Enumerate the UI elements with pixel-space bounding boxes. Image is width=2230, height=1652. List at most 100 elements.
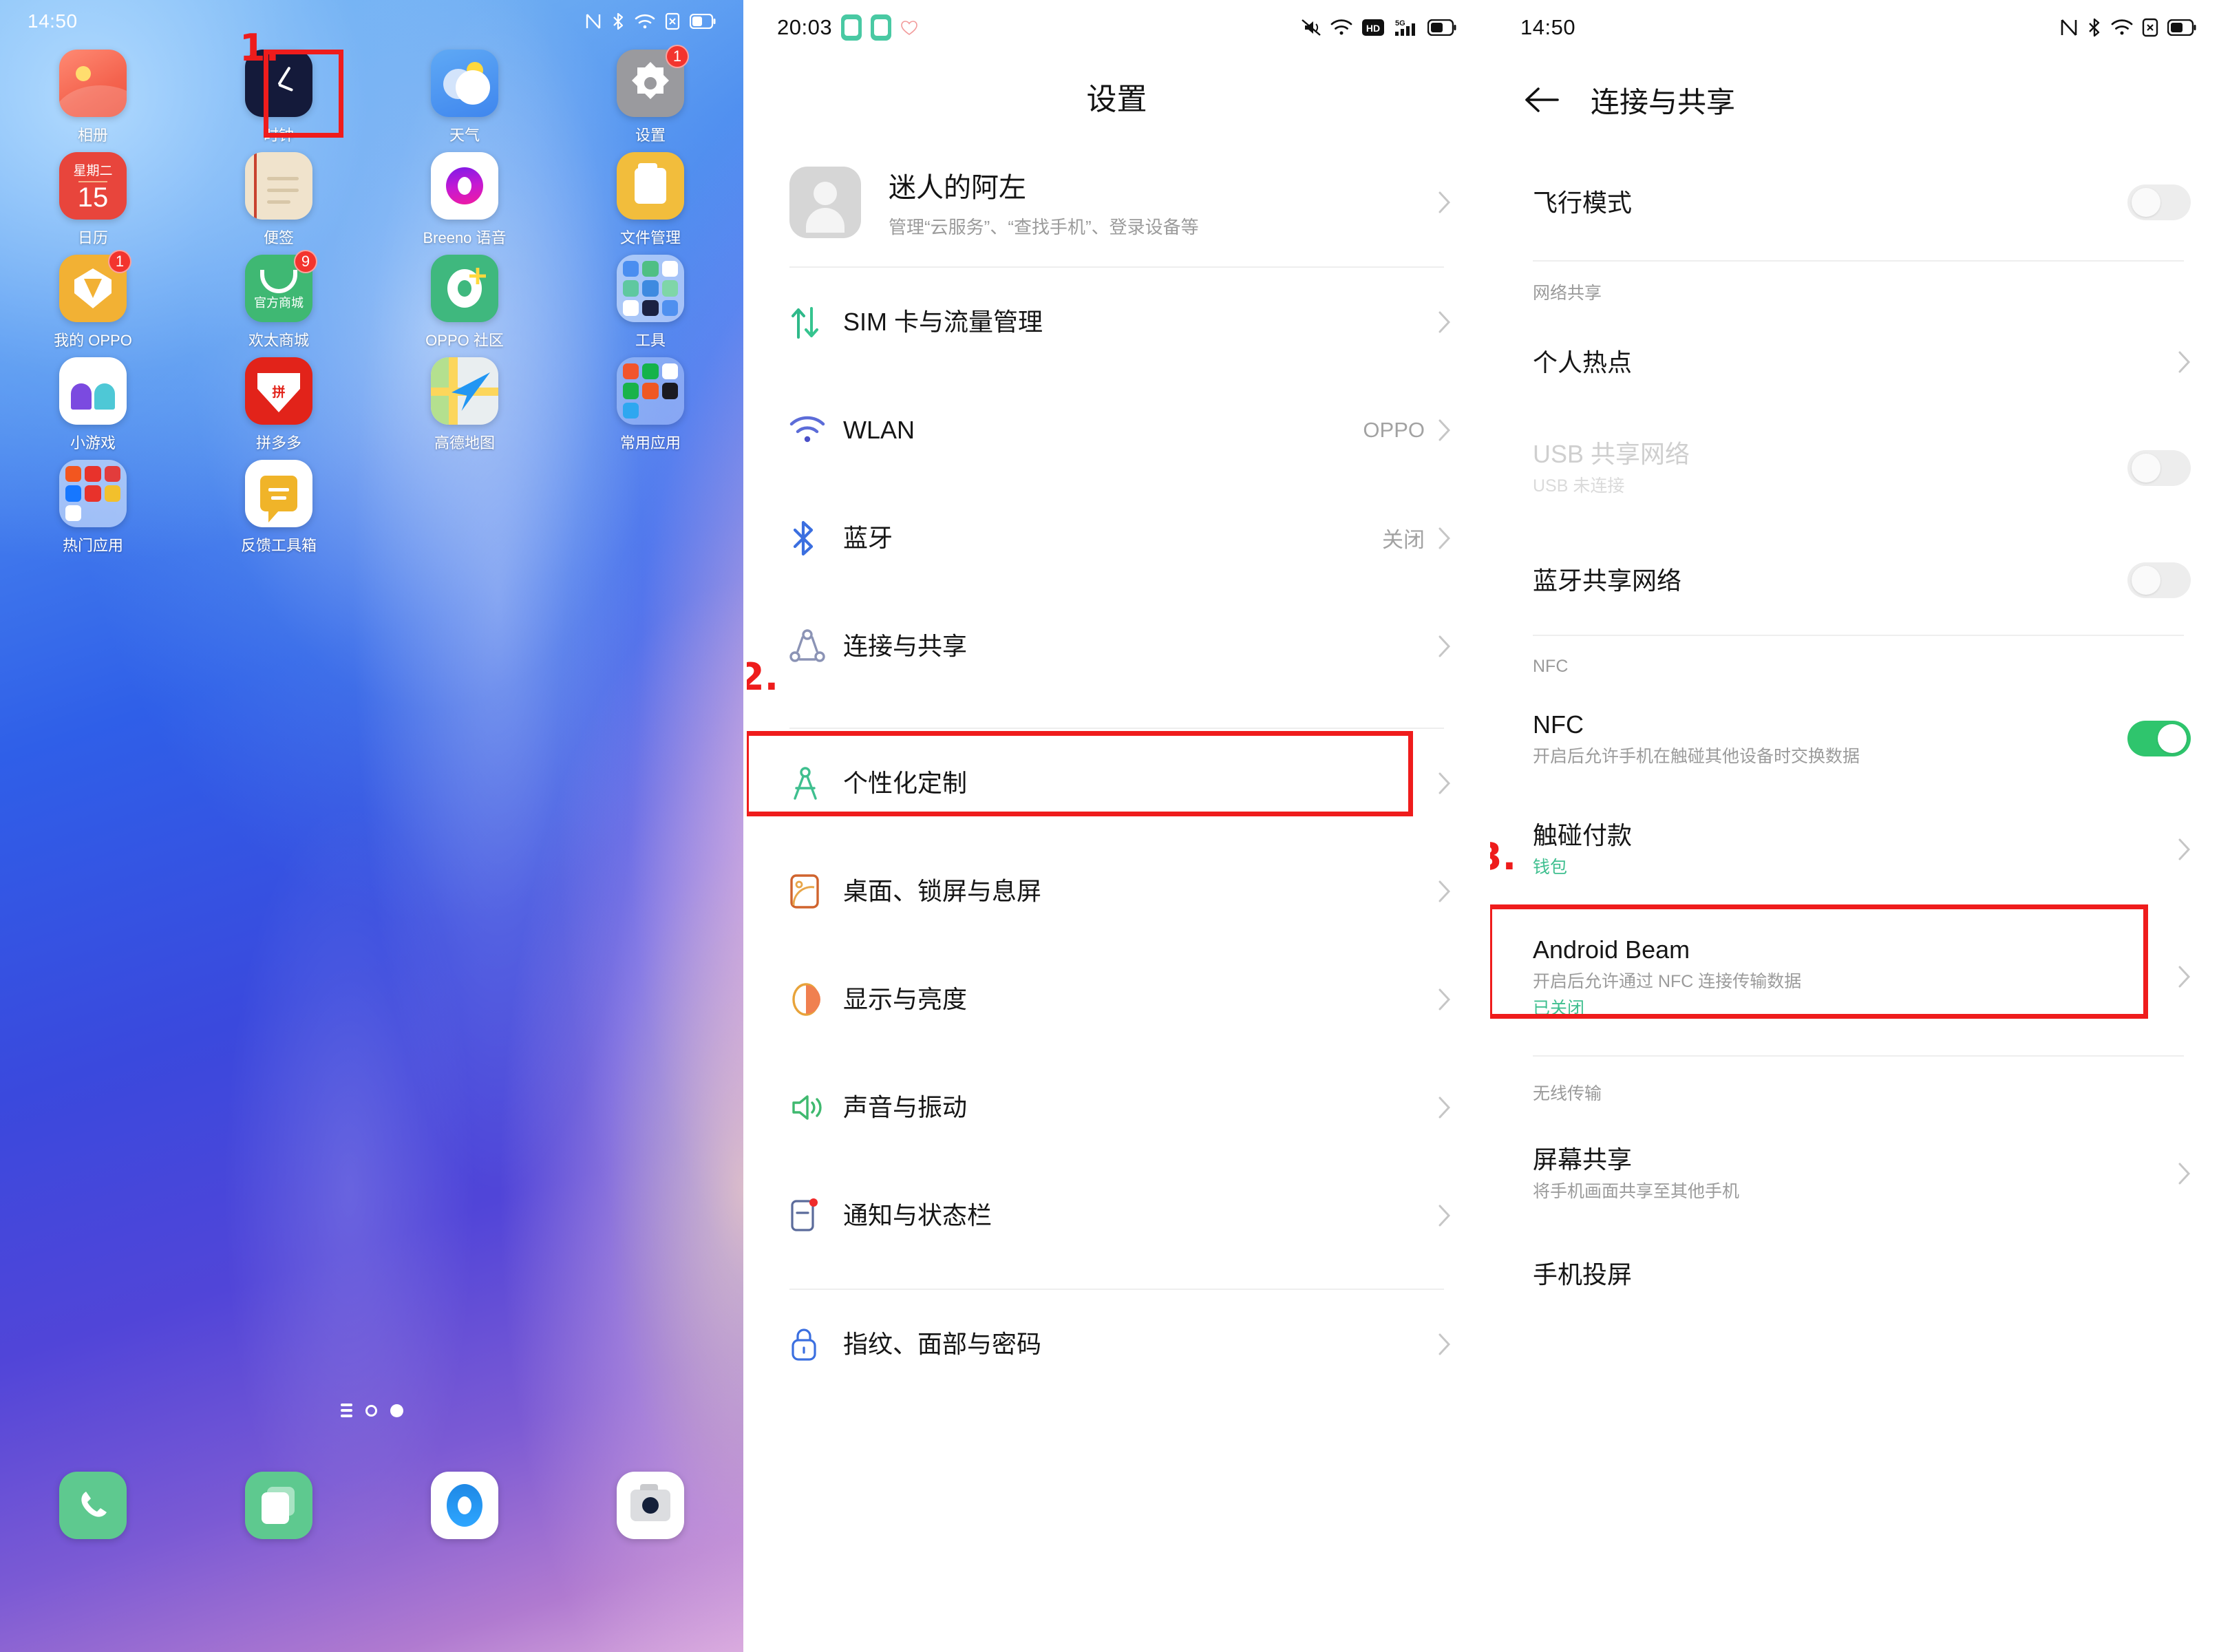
- bluetooth-tethering-toggle[interactable]: [2127, 562, 2191, 598]
- app-settings[interactable]: 1 设置: [558, 45, 743, 152]
- app-feedback-toolbox[interactable]: 反馈工具箱: [186, 460, 372, 562]
- phone-icon: [59, 1472, 127, 1539]
- row-personal-hotspot[interactable]: 个人热点: [1490, 314, 2227, 410]
- page-dot-3-active[interactable]: [390, 1404, 403, 1417]
- row-tap-to-pay[interactable]: 触碰付款 钱包: [1490, 791, 2227, 908]
- dock-phone[interactable]: [0, 1472, 186, 1539]
- settings-row-wlan[interactable]: WLAN OPPO: [747, 376, 1487, 484]
- settings-row-sim[interactable]: SIM 卡与流量管理: [747, 268, 1487, 376]
- page-dot-2[interactable]: [365, 1404, 377, 1417]
- folder-tools-icon: [617, 255, 684, 322]
- dock-camera[interactable]: [558, 1472, 743, 1539]
- app-oppo-community[interactable]: OPPO 社区: [372, 255, 558, 357]
- app-label: 热门应用: [62, 537, 123, 554]
- status-time: 14:50: [28, 10, 78, 32]
- row-phone-cast[interactable]: 手机投屏: [1490, 1233, 2227, 1315]
- chevron-right-icon: [1438, 419, 1451, 441]
- app-notes[interactable]: 便签: [186, 152, 372, 255]
- row-label: 声音与振动: [843, 1093, 968, 1121]
- airplane-mode-toggle[interactable]: [2127, 184, 2191, 220]
- row-label: 个人热点: [1533, 348, 1633, 377]
- breeno-voice-icon: [431, 152, 498, 220]
- calendar-icon: 星期二 15: [59, 152, 127, 220]
- app-my-oppo[interactable]: 1 我的 OPPO: [0, 250, 186, 357]
- 5g-signal-icon: 5G: [1395, 19, 1415, 36]
- app-weather[interactable]: 天气: [372, 50, 558, 152]
- app-file-manager[interactable]: 文件管理: [558, 152, 743, 255]
- folder-hot-apps-icon: [59, 460, 127, 527]
- chevron-right-icon: [2178, 838, 2191, 860]
- app-row: 1 我的 OPPO 官方商城 9 欢太商城 OPPO 社区 工具: [0, 250, 743, 357]
- file-manager-icon: [617, 152, 684, 220]
- app-pinduoduo[interactable]: 拼 拼多多: [186, 357, 372, 460]
- app-label: 常用应用: [619, 434, 681, 452]
- wifi-icon: [635, 14, 655, 29]
- app-mini-games[interactable]: 小游戏: [0, 357, 186, 460]
- row-value: 关闭: [1382, 528, 1425, 552]
- row-label: 指纹、面部与密码: [843, 1330, 1042, 1358]
- row-nfc[interactable]: NFC 开启后允许手机在触碰其他设备时交换数据: [1490, 686, 2227, 791]
- chevron-right-icon: [1438, 311, 1451, 332]
- weather-icon: [431, 50, 498, 117]
- app-breeno[interactable]: Breeno 语音: [372, 152, 558, 255]
- dock: [0, 1472, 743, 1539]
- page-indicator[interactable]: [0, 1404, 743, 1417]
- row-label: 触碰付款: [1533, 821, 1633, 850]
- settings-row-connection-share[interactable]: 连接与共享: [747, 592, 1487, 700]
- dock-messages[interactable]: [186, 1472, 372, 1539]
- settings-row-display[interactable]: 显示与亮度: [747, 945, 1487, 1053]
- row-label: 显示与亮度: [843, 985, 968, 1013]
- step-number-1: 1.: [240, 26, 280, 70]
- oppo-community-icon: [431, 255, 498, 322]
- settings-status-bar: 20:03 HD 5G: [747, 0, 1487, 55]
- row-label: 手机投屏: [1533, 1260, 1633, 1289]
- app-row: 相册 时钟 天气 1 设置: [0, 45, 743, 152]
- app-calendar[interactable]: 星期二 15 日历: [0, 152, 186, 255]
- settings-row-bluetooth[interactable]: 蓝牙 关闭: [747, 484, 1487, 592]
- chevron-right-icon: [1438, 880, 1451, 902]
- battery-icon: [2167, 19, 2196, 36]
- folder-tools[interactable]: 工具: [558, 255, 743, 357]
- dock-browser[interactable]: [372, 1472, 558, 1539]
- app-label: 高德地图: [434, 434, 495, 452]
- settings-row-security[interactable]: 指纹、面部与密码: [747, 1290, 1487, 1398]
- app-label: 文件管理: [619, 229, 681, 246]
- row-value: OPPO: [1363, 417, 1425, 442]
- heart-icon: [901, 21, 917, 35]
- settings-row-personalization[interactable]: 个性化定制: [747, 729, 1487, 837]
- settings-row-sound[interactable]: 声音与振动: [747, 1053, 1487, 1161]
- status-icons: [585, 12, 716, 30]
- mini-games-icon: [59, 357, 127, 425]
- row-airplane-mode[interactable]: 飞行模式: [1490, 145, 2227, 260]
- battery-icon: [690, 14, 716, 29]
- pinduoduo-icon: 拼: [245, 357, 312, 425]
- chevron-right-icon: [2178, 966, 2191, 988]
- row-label: 个性化定制: [843, 769, 968, 797]
- app-photos[interactable]: 相册: [0, 50, 186, 152]
- app-amap[interactable]: 高德地图: [372, 357, 558, 460]
- folder-frequent-apps[interactable]: 常用应用: [558, 357, 743, 460]
- app-label: 工具: [635, 332, 666, 349]
- nfc-toggle[interactable]: [2127, 721, 2191, 756]
- page-title: 设置: [1086, 83, 1147, 116]
- back-arrow-icon[interactable]: [1523, 85, 1560, 114]
- status-time: 14:50: [1520, 15, 1576, 39]
- pdd-glyph: 拼: [257, 372, 300, 412]
- folder-hot-apps[interactable]: 热门应用: [0, 460, 186, 562]
- row-screen-share[interactable]: 屏幕共享 将手机画面共享至其他手机: [1490, 1114, 2227, 1233]
- chevron-right-icon: [1438, 1205, 1451, 1226]
- data-transfer-icon: [789, 304, 843, 340]
- page-list-icon[interactable]: [340, 1404, 352, 1417]
- app-label: 我的 OPPO: [54, 332, 132, 349]
- settings-row-wallpaper[interactable]: 桌面、锁屏与息屏: [747, 837, 1487, 945]
- settings-row-notifications[interactable]: 通知与状态栏: [747, 1161, 1487, 1269]
- bluetooth-icon: [2089, 18, 2100, 37]
- row-android-beam[interactable]: Android Beam 开启后允许通过 NFC 连接传输数据 已关闭: [1490, 908, 2227, 1046]
- row-bluetooth-tethering[interactable]: 蓝牙共享网络: [1490, 526, 2227, 635]
- app-heytap-store[interactable]: 官方商城 9 欢太商城: [186, 250, 372, 357]
- profile-row[interactable]: 迷人的阿左 管理“云服务”、“查找手机”、登录设备等: [747, 138, 1487, 266]
- row-status: 已关闭: [1533, 998, 1585, 1018]
- sound-icon: [789, 1091, 843, 1124]
- app-running-indicator-2: [871, 14, 892, 41]
- chevron-right-icon: [1438, 527, 1451, 549]
